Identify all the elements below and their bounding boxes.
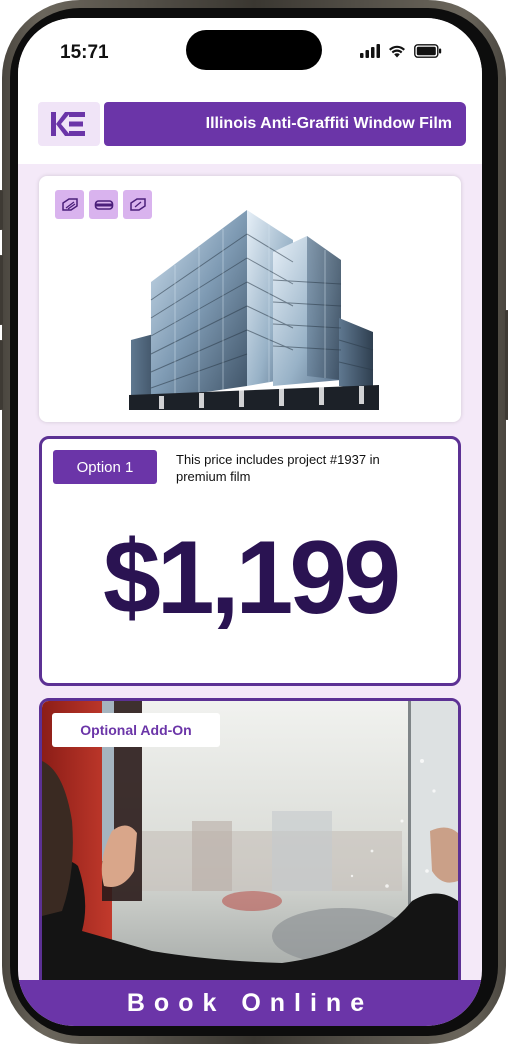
addon-badge: Optional Add-On [52, 713, 220, 747]
office-building-image [129, 210, 379, 410]
logo-mark-icon [51, 112, 85, 136]
volume-up-button [0, 255, 3, 325]
battery-icon [414, 44, 442, 58]
price-amount: $1,199 [102, 520, 401, 636]
film-roll-icon[interactable] [89, 190, 118, 219]
option-badge: Option 1 [53, 450, 157, 484]
cellular-signal-icon [360, 44, 380, 58]
addon-card[interactable]: Optional Add-On [39, 698, 461, 998]
status-icons [360, 44, 442, 58]
mute-switch [0, 190, 3, 230]
book-online-button[interactable]: Book Online [18, 980, 482, 1026]
product-image-card [39, 176, 461, 422]
app-header: Illinois Anti-Graffiti Window Film [18, 100, 482, 164]
brand-logo[interactable] [38, 102, 100, 146]
price-description: This price includes project #1937 in pre… [176, 452, 380, 484]
film-sheet-icon[interactable] [55, 190, 84, 219]
volume-down-button [0, 340, 3, 410]
page-title: Illinois Anti-Graffiti Window Film [104, 102, 466, 146]
status-bar: 15:71 [18, 18, 482, 100]
status-time: 15:71 [60, 42, 109, 63]
phone-screen: 15:71 Illinois Anti-Graffiti Window Film… [18, 18, 482, 1026]
price-option-card[interactable]: Option 1 This price includes project #19… [39, 436, 461, 686]
dynamic-island [186, 30, 322, 70]
wifi-icon [389, 45, 405, 58]
